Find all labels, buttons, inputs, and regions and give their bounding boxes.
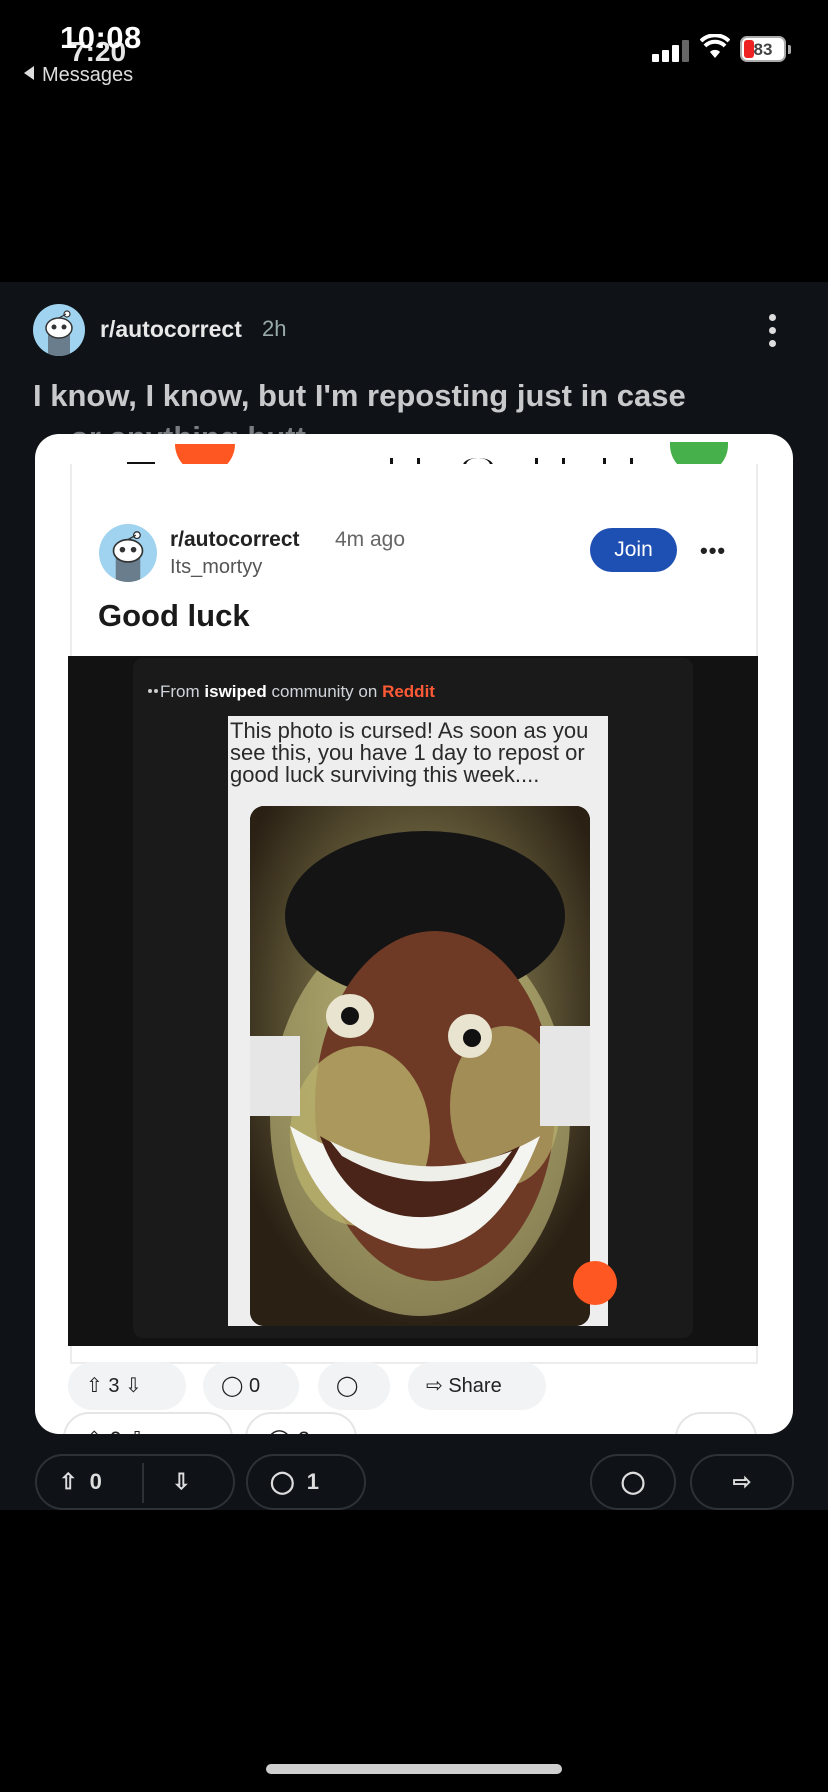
embedded-share-pill-2: ⇨ [675, 1412, 757, 1434]
post-age: 2h [262, 316, 287, 341]
vote-pill: ⇧ 0 ⇩ [35, 1454, 235, 1510]
comments-button[interactable]: ◯ 1 [246, 1454, 366, 1510]
vote-count: 0 [89, 1469, 102, 1494]
subreddit-name[interactable]: r/autocorrect [100, 316, 242, 343]
dots-icon [148, 689, 158, 693]
home-indicator[interactable] [266, 1764, 562, 1774]
embedded-media: From iswiped community on Reddit This ph… [68, 656, 758, 1346]
cursed-photo-sheet: This photo is cursed! As soon as you see… [228, 716, 608, 1326]
share-button[interactable]: ⇨ [690, 1454, 794, 1510]
back-label: Messages [42, 64, 134, 86]
cursed-caption: This photo is cursed! As soon as you see… [230, 718, 589, 787]
downvote-icon[interactable]: ⇩ [172, 1469, 190, 1494]
cellular-signal-icon [652, 38, 692, 62]
status-bar: 10:08 7:20 Messages 83 [0, 0, 828, 90]
embedded-comment-pill-2: ◯ 2 [245, 1412, 357, 1434]
embedded-action-bar: ⇧ 3 ⇩ ◯ 0 ◯ ⇨ Share [68, 1362, 758, 1412]
wifi-icon [700, 34, 730, 58]
upvote-icon[interactable]: ⇧ [59, 1469, 77, 1494]
award-button[interactable]: ◯ [590, 1454, 676, 1510]
more-options-icon[interactable] [764, 314, 780, 354]
post-action-bar: ⇧ 0 ⇩ ◯ 1 ◯ ⇨ [0, 1454, 828, 1510]
embedded-award-pill: ◯ [318, 1362, 390, 1410]
battery-level: 83 [753, 40, 773, 59]
post-card: r/autocorrect 2h I know, I know, but I'm… [0, 282, 828, 1510]
snoo-avatar-icon [112, 531, 144, 582]
embedded-vote-pill: ⇧ 3 ⇩ [68, 1362, 186, 1410]
comment-icon: ◯ [270, 1469, 295, 1494]
embedded-subreddit-name: r/autocorrect [170, 528, 300, 551]
subreddit-avatar[interactable] [33, 304, 85, 356]
cursed-face-photo [250, 806, 590, 1326]
join-button: Join [590, 528, 677, 572]
back-arrow-icon [24, 66, 34, 80]
share-icon: ⇨ [732, 1469, 752, 1494]
comment-count: 1 [306, 1469, 319, 1494]
embedded-share-pill: ⇨ Share [408, 1362, 546, 1410]
embedded-more-icon: ••• [700, 538, 727, 563]
embedded-post-title: Good luck [98, 598, 250, 633]
crosspost-source: From iswiped community on Reddit [160, 682, 435, 701]
reddit-watermark-icon [573, 1261, 617, 1305]
post-image[interactable]: r/autocorrect 4m ago Its_mortyy Join •••… [35, 434, 793, 1434]
face-illustration [250, 806, 590, 1326]
embedded-post-age: 4m ago [335, 528, 406, 551]
award-icon: ◯ [620, 1469, 646, 1494]
embedded-vote-pill-2: ⇧ 0 ⇩ [63, 1412, 233, 1434]
post-title-overflow: or anything butt [70, 420, 306, 434]
snoo-avatar-icon [45, 310, 73, 356]
embedded-username: Its_mortyy [170, 556, 263, 578]
embedded-comment-pill: ◯ 0 [203, 1362, 299, 1410]
back-to-messages[interactable]: Messages [24, 64, 133, 87]
battery-icon: 83 [740, 36, 791, 62]
embedded-subreddit-avatar [99, 524, 157, 582]
embedded-action-bar-2: ⇧ 0 ⇩ ◯ 2 ⇨ [35, 1412, 793, 1434]
post-title: I know, I know, but I'm reposting just i… [33, 378, 686, 413]
